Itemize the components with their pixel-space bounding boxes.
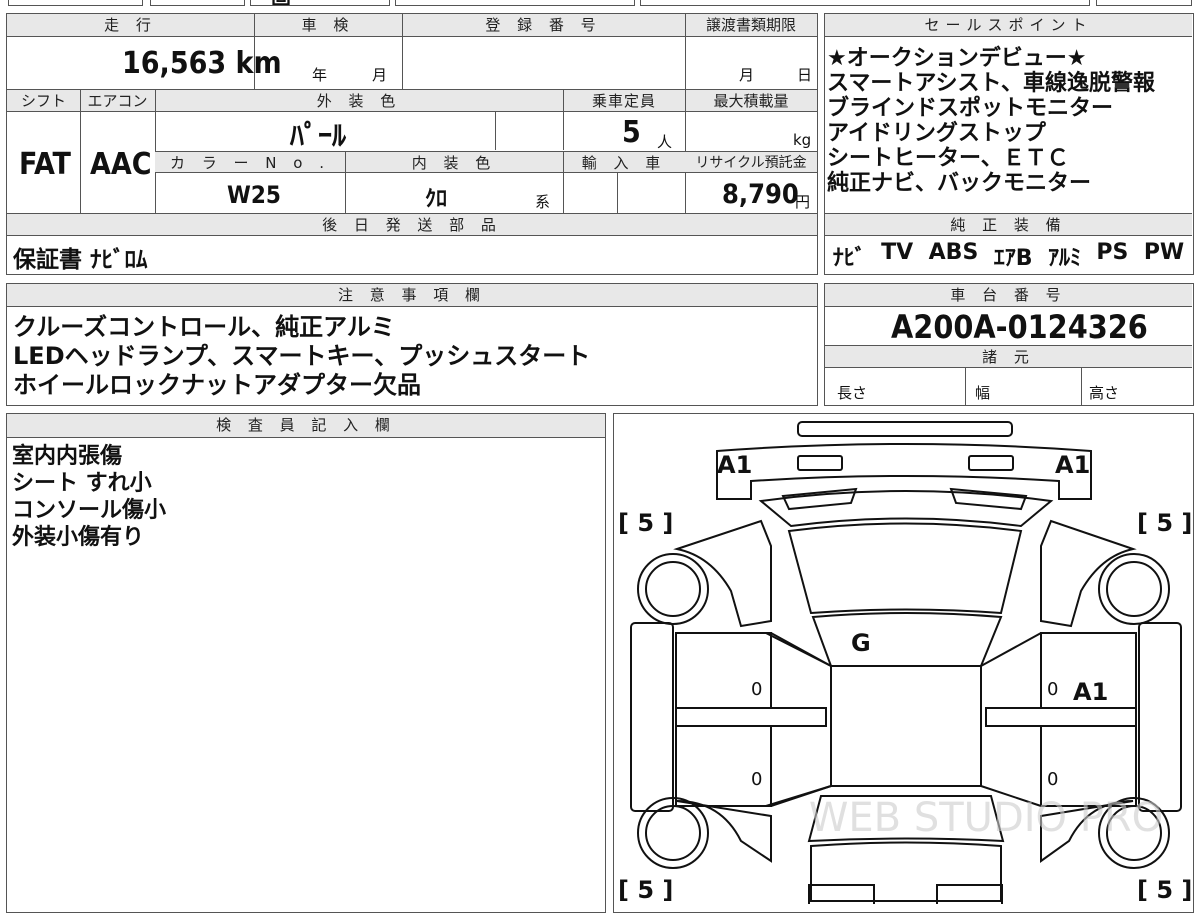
windshield-shape [787,522,1023,615]
sales-point-item: アイドリングストップ [827,121,1046,146]
height-label: 高さ [1089,384,1120,402]
max-load-header: 最大積載量 [685,90,817,112]
tire-tread-front-left: [ 5 ] [618,509,673,537]
chassis-panel: 車 台 番 号 A200A-0124326 諸 元 長さ 幅 高さ [824,283,1194,406]
inspection-header: 車 検 [254,14,402,37]
mileage-value: 16,563 km [122,46,282,81]
right-side-strip-shape [1138,622,1182,812]
transfer-day-unit: 日 [797,66,813,84]
equipment-item: PS [1096,240,1129,265]
note-line: ホイールロックナットアダプター欠品 [13,371,421,399]
import-header: 輸 入 車 [563,151,685,173]
mark-glass: G [851,629,871,657]
left-side-strip-shape [630,622,674,812]
aircon-value: AAC [90,147,152,182]
capacity-unit: 人 [657,133,673,151]
equipment-item: ｴｱB [993,246,1033,271]
cabin-shape [830,665,982,787]
car-diagram: WEB STUDIO PRO A1 A1 A1 G [ 5 ] [ 5 ] [ … [618,421,1192,904]
mark-front-right: A1 [1055,451,1090,479]
sales-point-item: 純正ナビ、バックモニター [827,171,1092,196]
wheel-front-right-shape [1098,553,1170,625]
tire-tread-front-right: [ 5 ] [1137,509,1192,537]
equipment-item: TV [881,240,914,265]
watermark-text: WEB STUDIO PRO [809,795,1163,841]
transfer-month-unit: 月 [739,66,755,84]
capacity-header: 乗車定員 [563,90,685,112]
recycle-unit: 円 [795,193,811,211]
recycle-value: 8,790 [722,179,799,210]
registration-header: 登 録 番 号 [402,14,685,37]
interior-color-header: 内 装 色 [345,151,563,173]
sales-point-item: ブラインドスポットモニター [827,96,1114,121]
left-rear-door-shape [675,725,772,807]
mark-right-side: A1 [1073,678,1108,706]
wheel-front-left-shape [637,553,709,625]
notes-header: 注 意 事 項 欄 [7,284,817,307]
later-parts-value: 保証書 ﾅﾋﾞﾛﾑ [13,247,148,273]
inspector-header: 検 査 員 記 入 欄 [7,414,605,438]
chassis-number: A200A-0124326 [891,308,1148,346]
front-bumper-shape [797,421,1013,437]
recycle-header: リサイクル預託金 [685,151,817,173]
transfer-deadline-header: 譲渡書類期限 [685,14,817,37]
top-partial-text: 固 [271,0,291,5]
equipment-item: ｱﾙﾐ [1047,246,1081,271]
notes-panel: 注 意 事 項 欄 クルーズコントロール、純正アルミ LEDヘッドランプ、スマー… [6,283,818,406]
inspector-line: 外装小傷有り [12,525,145,550]
top-strip: 固 [0,0,1200,8]
width-label: 幅 [975,384,991,402]
door-mark-fl: 0 [751,679,762,700]
mark-front-left: A1 [717,451,752,479]
door-mark-fr: 0 [1047,679,1058,700]
inspector-panel: 検 査 員 記 入 欄 室内内張傷 シート すれ小 コンソール傷小 外装小傷有り [6,413,606,913]
shift-header: シフト [7,90,80,112]
sales-points-panel: セールスポイント ★オークションデビュー★ スマートアシスト、車線逸脱警報 ブラ… [824,13,1194,275]
sales-point-item: スマートアシスト、車線逸脱警報 [827,71,1156,96]
inspector-line: 室内内張傷 [12,444,123,469]
door-mark-rr: 0 [1047,769,1058,790]
interior-color-value: ｸﾛ [425,187,448,212]
specs-header: 諸 元 [825,345,1192,368]
inspector-line: コンソール傷小 [12,498,167,523]
sales-point-item: シートヒーター、ＥＴＣ [827,146,1069,171]
note-line: クルーズコントロール、純正アルミ [13,313,395,341]
color-no-value: W25 [227,181,281,209]
left-headlight-shape [797,455,843,471]
equipment-item: PW [1143,240,1185,265]
shift-value: FAT [19,147,71,182]
chassis-header: 車 台 番 号 [825,284,1192,307]
sales-points-header: セールスポイント [825,14,1192,37]
inspector-line: シート すれ小 [12,471,152,496]
car-diagram-panel: WEB STUDIO PRO A1 A1 A1 G [ 5 ] [ 5 ] [ … [613,413,1194,913]
interior-color-suffix: 系 [535,193,551,211]
equipment-list: ﾅﾋﾞ TV ABS ｴｱB ｱﾙﾐ PS PW [825,240,1192,272]
right-front-fender-shape [1040,519,1137,628]
sales-points-list: ★オークションデビュー★ スマートアシスト、車線逸脱警報 ブラインドスポットモニ… [827,46,1155,196]
note-line: LEDヘッドランプ、スマートキー、プッシュスタート [13,342,591,370]
right-headlight-shape [968,455,1014,471]
color-no-header: カ ラ ー N o . [155,151,345,173]
later-parts-header: 後 日 発 送 部 品 [7,213,817,236]
door-mark-rl: 0 [751,769,762,790]
mileage-header: 走 行 [7,14,254,37]
max-load-unit: kg [793,131,812,149]
roof-shape [811,612,1003,667]
exterior-color-value: ﾊﾟｰﾙ [290,119,347,152]
equipment-item: ﾅﾋﾞ [832,246,866,271]
length-label: 長さ [837,384,868,402]
equipment-item: ABS [928,240,979,265]
rear-deck-shape [810,841,1002,902]
equipment-header: 純 正 装 備 [825,213,1192,236]
capacity-value: 5 [622,115,641,150]
aircon-header: エアコン [80,90,155,112]
sales-point-item: ★オークションデビュー★ [827,46,1087,71]
right-rear-door-shape [1040,725,1137,807]
inspection-month-unit: 月 [372,66,388,84]
exterior-color-header: 外 装 色 [155,90,563,112]
inspection-year-unit: 年 [312,66,328,84]
vehicle-info-table: 走 行 車 検 登 録 番 号 譲渡書類期限 16,563 km 年 月 月 日… [6,13,818,275]
